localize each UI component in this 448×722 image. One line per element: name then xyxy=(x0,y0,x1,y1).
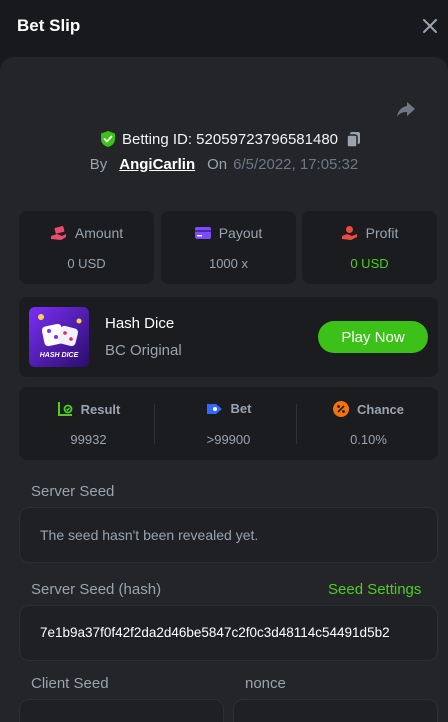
game-provider: BC Original xyxy=(105,342,182,359)
result-icon xyxy=(57,402,73,416)
amount-card: Amount 0 USD xyxy=(19,211,154,284)
server-seed-field[interactable]: The seed hasn't been revealed yet. xyxy=(19,507,438,563)
divider xyxy=(296,404,297,444)
game-card: HASH DICE Hash Dice BC Original Play Now xyxy=(19,297,438,377)
percent-icon xyxy=(333,401,350,417)
amount-label: Amount xyxy=(74,225,124,241)
profit-card: Profit 0 USD xyxy=(302,211,437,284)
server-seed-label: Server Seed xyxy=(31,483,115,500)
server-seed-hash-field[interactable]: 7e1b9a37f0f42f2da2d46be5847c2f0c3d48114c… xyxy=(19,605,438,661)
shield-check-icon xyxy=(100,131,115,147)
bet-icon xyxy=(206,403,222,414)
close-icon[interactable] xyxy=(420,15,440,37)
divider xyxy=(154,404,155,444)
play-now-button[interactable]: Play Now xyxy=(318,321,428,353)
profit-value: 0 USD xyxy=(350,256,389,271)
bet-value: >99900 xyxy=(206,432,251,447)
page-title: Bet Slip xyxy=(17,16,81,35)
bet-column: Bet >99900 xyxy=(159,387,298,460)
bet-date: 6/5/2022, 17:05:32 xyxy=(233,155,359,173)
on-label: On xyxy=(207,155,228,173)
result-label: Result xyxy=(80,401,121,417)
result-column: Result 99932 xyxy=(19,387,158,460)
share-icon[interactable] xyxy=(395,98,417,120)
chance-value: 0.10% xyxy=(350,432,387,447)
nonce-label: nonce xyxy=(245,675,286,692)
copy-icon[interactable] xyxy=(346,131,362,148)
server-seed-hash-value: 7e1b9a37f0f42f2da2d46be5847c2f0c3d48114c… xyxy=(40,625,390,640)
thumb-caption: HASH DICE xyxy=(39,352,79,359)
user-link[interactable]: AngiCarlin xyxy=(119,156,195,173)
client-seed-field[interactable] xyxy=(19,699,224,722)
chance-column: Chance 0.10% xyxy=(299,387,438,460)
profit-label: Profit xyxy=(365,225,399,241)
nonce-field[interactable] xyxy=(233,699,438,722)
profit-icon xyxy=(341,226,357,240)
result-card: Result 99932 Bet >99900 Chance 0.10% xyxy=(19,387,438,460)
payout-icon xyxy=(194,227,211,239)
seed-settings-link[interactable]: Seed Settings xyxy=(328,581,421,598)
payout-label: Payout xyxy=(218,225,263,241)
game-name: Hash Dice xyxy=(105,315,175,332)
betting-id: Betting ID: 52059723796581480 xyxy=(121,130,339,148)
server-seed-hash-label: Server Seed (hash) xyxy=(31,581,162,598)
by-label: By xyxy=(89,155,108,173)
client-seed-label: Client Seed xyxy=(31,675,109,692)
chance-label: Chance xyxy=(357,401,404,417)
payout-value: 1000 x xyxy=(208,256,249,271)
betting-id-row: Betting ID: 52059723796581480 xyxy=(0,128,448,150)
payout-card: Payout 1000 x xyxy=(161,211,296,284)
result-value: 99932 xyxy=(70,432,107,447)
bet-meta-row: By AngiCarlin On 6/5/2022, 17:05:32 xyxy=(0,154,448,174)
header: Bet Slip xyxy=(0,0,448,56)
bet-label: Bet xyxy=(230,401,252,416)
game-thumbnail: HASH DICE xyxy=(29,307,89,367)
amount-icon xyxy=(50,226,66,240)
server-seed-value: The seed hasn't been revealed yet. xyxy=(40,527,259,543)
amount-value: 0 USD xyxy=(67,256,106,271)
